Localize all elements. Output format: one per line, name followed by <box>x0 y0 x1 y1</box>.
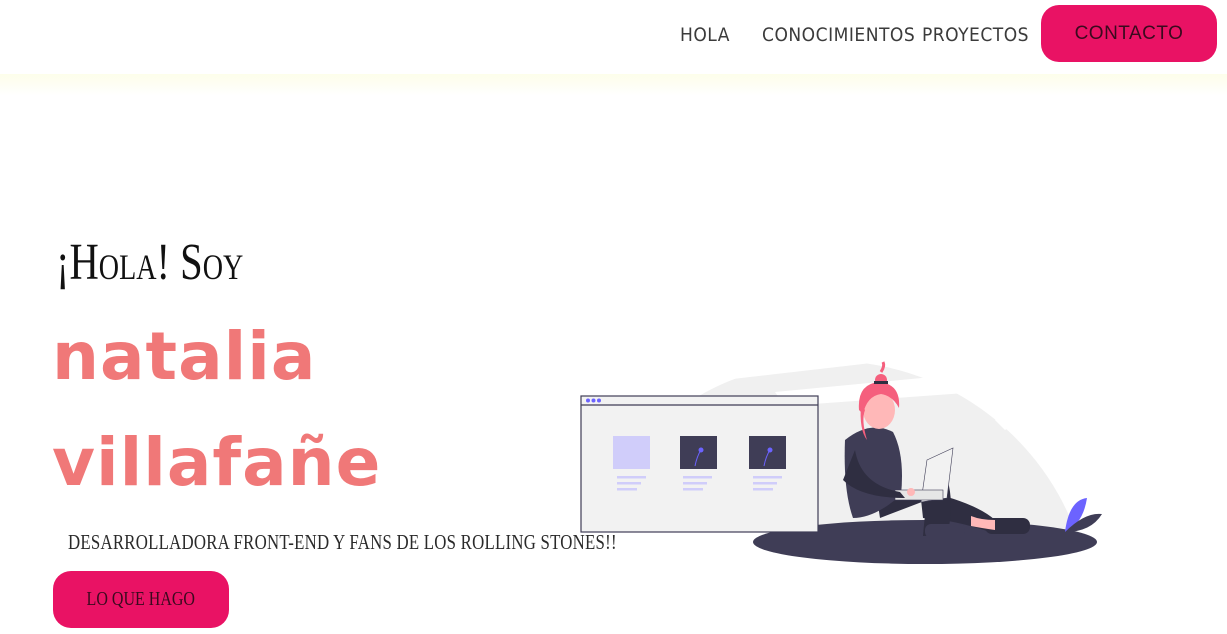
plant-leaf <box>767 447 773 453</box>
nav-link-proyectos[interactable]: PROYECTOS <box>922 20 1029 50</box>
plant-leaf <box>698 447 704 453</box>
lo-que-hago-button[interactable]: LO QUE HAGO <box>53 571 229 628</box>
developer-illustration <box>580 328 1102 564</box>
hero-subtitle: DESARROLLADORA FRONT-END Y FANS DE LOS R… <box>68 530 617 554</box>
hero-greeting: ¡Hola! Soy <box>56 234 244 291</box>
hero-name-last: villafañe <box>52 424 382 501</box>
lo-que-hago-label: LO QUE HAGO <box>86 588 196 610</box>
nav-link-conocimientos[interactable]: CONOCIMIENTOS <box>762 20 915 50</box>
browser-dot <box>591 398 596 403</box>
hero-name-first: natalia <box>52 318 317 395</box>
nav-link-hola[interactable]: HOLA <box>680 20 730 50</box>
contact-button[interactable]: CONTACTO <box>1041 5 1217 62</box>
card-image <box>680 436 717 469</box>
light-stripe <box>995 390 1055 430</box>
browser-dot <box>586 398 590 403</box>
navbar-shadow <box>0 74 1227 96</box>
card-image <box>613 436 650 469</box>
card-image <box>749 436 786 469</box>
top-navbar: HOLA CONOCIMIENTOS PROYECTOS CONTACTO <box>0 0 1227 76</box>
browser-dot <box>597 398 601 403</box>
